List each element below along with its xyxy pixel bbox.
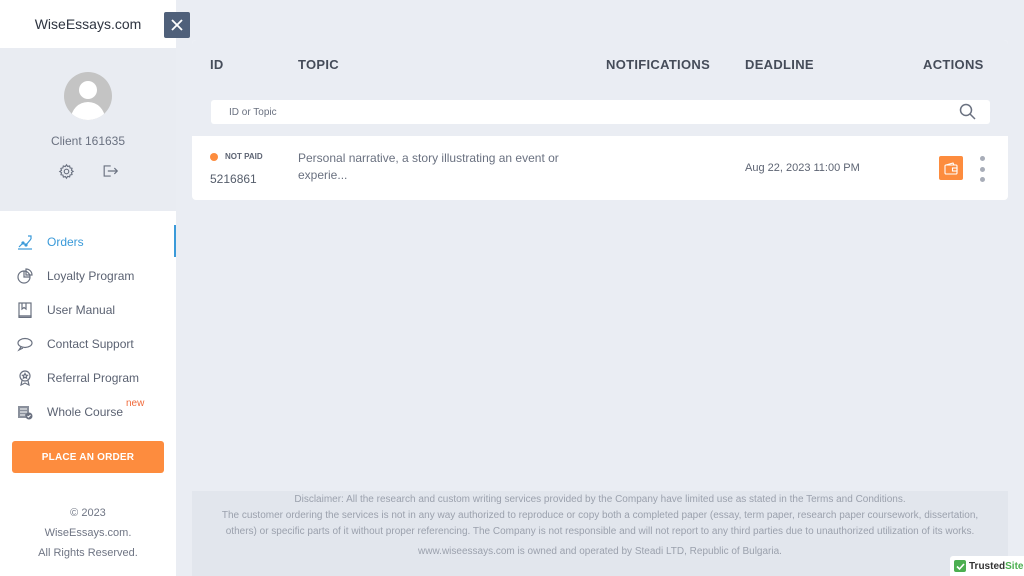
column-header-actions: ACTIONS — [923, 57, 984, 72]
orders-table: ID TOPIC NOTIFICATIONS DEADLINE ACTIONS … — [192, 40, 1008, 200]
order-id[interactable]: 5216861 — [210, 172, 257, 186]
kebab-dot — [979, 177, 985, 182]
sidebar-item-contact-support[interactable]: Contact Support — [0, 327, 176, 361]
status-badge: NOT PAID — [210, 152, 263, 161]
avatar — [64, 72, 112, 120]
wallet-icon — [944, 161, 958, 175]
table-header: ID TOPIC NOTIFICATIONS DEADLINE ACTIONS — [192, 40, 1008, 136]
sidebar-item-label: Whole Course — [47, 405, 124, 419]
close-sidebar-button[interactable] — [164, 12, 190, 38]
sidebar-item-label: Loyalty Program — [47, 269, 135, 283]
disclaimer-footer: Disclaimer: All the research and custom … — [192, 491, 1008, 576]
copyright: © 2023 WiseEssays.com. All Rights Reserv… — [38, 507, 138, 559]
close-icon — [171, 19, 183, 31]
sidebar-nav: Orders Loyalty Program User Manual Conta… — [0, 225, 176, 429]
gear-icon[interactable] — [57, 162, 75, 180]
column-header-notifications: NOTIFICATIONS — [606, 57, 711, 72]
table-row[interactable]: NOT PAID 5216861 Personal narrative, a s… — [192, 136, 1008, 200]
search-icon[interactable] — [959, 103, 976, 125]
award-ribbon-icon — [16, 369, 34, 387]
place-order-button[interactable]: PLACE AN ORDER — [12, 441, 164, 473]
sidebar-item-whole-course[interactable]: Whole Course new — [0, 395, 176, 429]
sidebar-item-label: User Manual — [47, 303, 116, 317]
search-input[interactable] — [229, 106, 929, 118]
logout-icon[interactable] — [101, 162, 119, 180]
new-badge: new — [126, 398, 145, 409]
sidebar-item-user-manual[interactable]: User Manual — [0, 293, 176, 327]
sidebar-item-label: Orders — [47, 235, 84, 249]
chat-bubble-icon — [16, 335, 34, 353]
kebab-dot — [979, 156, 985, 161]
order-topic[interactable]: Personal narrative, a story illustrating… — [298, 150, 578, 184]
checkmark-icon — [954, 560, 966, 572]
brand-logo[interactable]: WiseEssays.com — [0, 0, 176, 48]
search-bar — [211, 100, 990, 124]
sidebar-item-label: Referral Program — [47, 371, 140, 385]
book-icon — [16, 301, 34, 319]
sidebar-item-orders[interactable]: Orders — [0, 225, 176, 259]
pie-chart-icon — [16, 267, 34, 285]
profile-panel: Client 161635 — [0, 48, 176, 211]
pay-button[interactable] — [939, 156, 963, 180]
kebab-dot — [979, 166, 985, 172]
orders-chart-icon — [16, 233, 34, 251]
sidebar-item-referral-program[interactable]: Referral Program — [0, 361, 176, 395]
status-dot — [210, 152, 218, 161]
more-actions-button[interactable] — [978, 156, 986, 182]
sidebar-item-label: Contact Support — [47, 337, 134, 351]
client-name: Client 161635 — [50, 134, 126, 148]
column-header-deadline: DEADLINE — [745, 57, 814, 72]
trusted-site-badge[interactable]: Trusted Site — [950, 556, 1024, 576]
column-header-id: ID — [210, 57, 224, 72]
column-header-topic: TOPIC — [298, 57, 339, 72]
course-calendar-icon — [16, 403, 34, 421]
sidebar-item-loyalty-program[interactable]: Loyalty Program — [0, 259, 176, 293]
order-deadline: Aug 22, 2023 11:00 PM — [745, 162, 860, 174]
sidebar: WiseEssays.com Client 161635 Orders Loya — [0, 0, 176, 576]
